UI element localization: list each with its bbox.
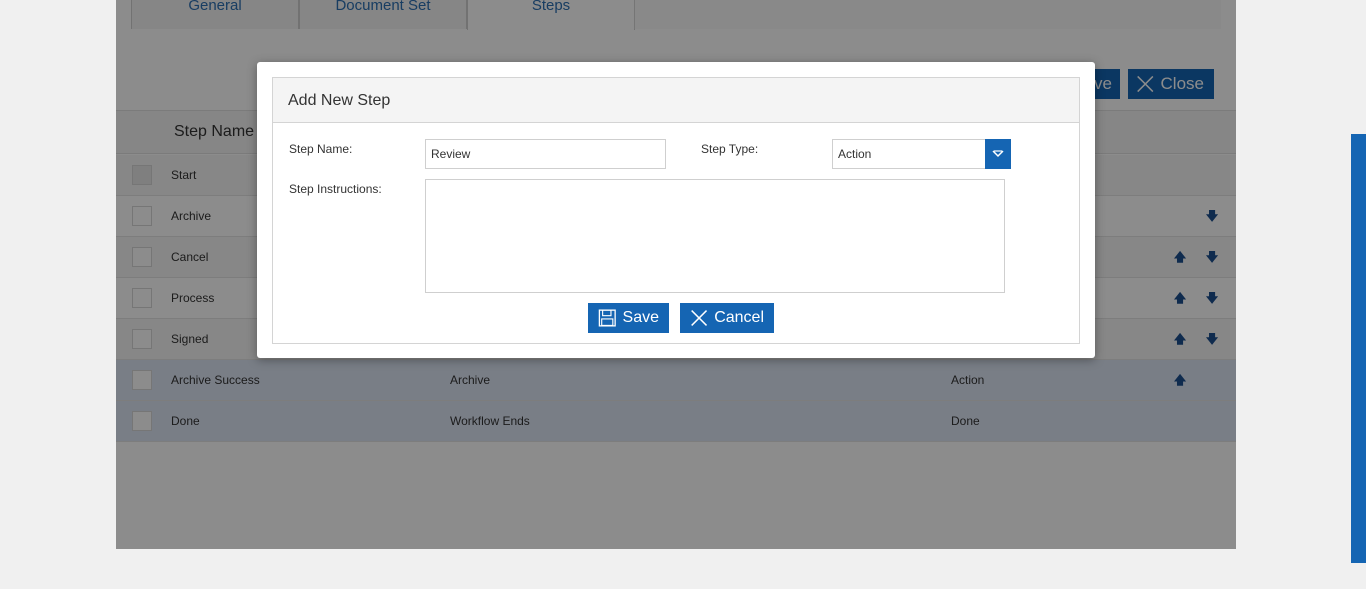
step-type-dropdown-button[interactable] [985, 139, 1011, 169]
chevron-down-icon [992, 150, 1004, 158]
close-icon [691, 310, 708, 326]
dialog-save-button[interactable]: Save [588, 303, 669, 333]
dialog-cancel-button[interactable]: Cancel [680, 303, 774, 333]
step-type-label: Step Type: [701, 142, 759, 156]
dialog-title: Add New Step [288, 92, 391, 109]
step-name-input[interactable]: Review [425, 139, 666, 169]
add-step-dialog: Add New Step Step Name: Review Step Type… [257, 62, 1095, 358]
dialog-cancel-label: Cancel [714, 309, 764, 326]
step-name-label: Step Name: [289, 142, 353, 156]
step-type-select[interactable]: Action [832, 139, 986, 169]
save-icon [598, 309, 616, 327]
step-instructions-label: Step Instructions: [289, 182, 382, 196]
side-rail [1351, 134, 1366, 563]
dialog-save-label: Save [622, 309, 659, 326]
dialog-header: Add New Step [273, 78, 1079, 123]
step-instructions-textarea[interactable] [425, 179, 1005, 293]
